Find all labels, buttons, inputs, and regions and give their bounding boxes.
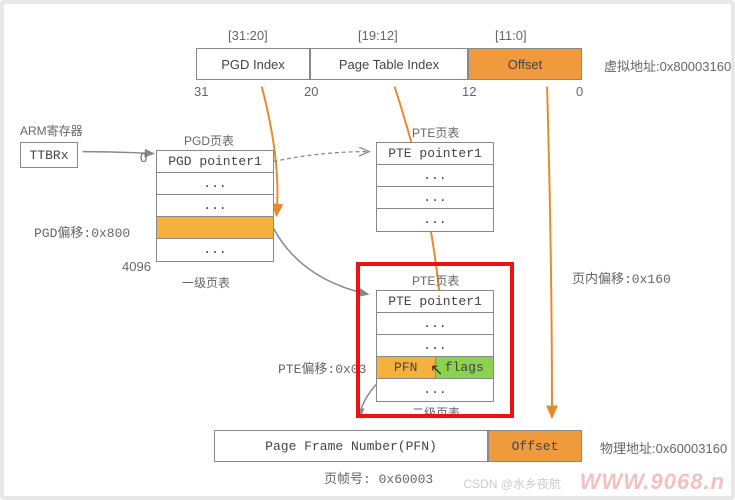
pgd-index-field: PGD Index: [196, 48, 310, 80]
pte-lower-caption: 二级页表: [412, 404, 460, 421]
pte-upper-title: PTE页表: [412, 124, 459, 141]
pte-lower-row-0: PTE pointer1: [377, 291, 493, 313]
pgd-zero: 0: [140, 150, 147, 165]
pfn-cell: PFN: [377, 357, 436, 378]
bit-20: 20: [304, 84, 318, 99]
bit-0: 0: [576, 84, 583, 99]
bit-range-pgd: [31:20]: [228, 28, 268, 43]
ttbrx-register: TTBRx: [20, 142, 78, 168]
pte-upper-row-2: ...: [377, 187, 493, 209]
flags-cell: flags: [436, 357, 494, 378]
pgd-table-title: PGD页表: [184, 132, 234, 149]
bit-31: 31: [194, 84, 208, 99]
arm-register-label: ARM寄存器: [20, 122, 83, 139]
pgd-caption: 一级页表: [182, 274, 230, 291]
bit-12: 12: [462, 84, 476, 99]
pte-lower-title: PTE页表: [412, 272, 459, 289]
pte-upper-table: PTE pointer1 ... ... ...: [376, 142, 494, 232]
phys-address-label: 物理地址:0x60003160: [600, 438, 727, 457]
page-offset-label: 页内偏移:0x160: [572, 268, 671, 287]
virtual-address-label: 虚拟地址:0x80003160: [604, 56, 731, 75]
pgd-row-dots1: ...: [157, 173, 273, 195]
pgd-row-dots3: ...: [157, 239, 273, 261]
watermark-text: CSDN @水乡夜航: [463, 475, 561, 492]
pfn-box: Page Frame Number(PFN): [214, 430, 488, 462]
pte-lower-table: PTE pointer1 ... ... PFN flags ...: [376, 290, 494, 402]
cursor-icon: ↖: [430, 360, 443, 380]
pte-lower-row-1: ...: [377, 313, 493, 335]
pte-lower-row-2: ...: [377, 335, 493, 357]
bit-range-pte: [19:12]: [358, 28, 398, 43]
pte-upper-row-3: ...: [377, 209, 493, 231]
phys-offset-box: Offset: [488, 430, 582, 462]
pgd-end: 4096: [122, 259, 151, 274]
frame-number-label: 页帧号: 0x60003: [324, 468, 433, 487]
watermark-brand: WWW.9068.n: [580, 469, 725, 495]
pte-upper-row-0: PTE pointer1: [377, 143, 493, 165]
offset-field: Offset: [468, 48, 582, 80]
pgd-row-0: PGD pointer1: [157, 151, 273, 173]
pte-index-field: Page Table Index: [310, 48, 468, 80]
pgd-row-dots2: ...: [157, 195, 273, 217]
pgd-table: PGD pointer1 ... ... ...: [156, 150, 274, 262]
pte-offset-label: PTE偏移:0x03: [278, 358, 366, 377]
pgd-offset-label: PGD偏移:0x800: [34, 222, 130, 241]
pte-lower-row-3: ...: [377, 379, 493, 401]
pte-upper-row-1: ...: [377, 165, 493, 187]
bit-range-offset: [11:0]: [495, 28, 527, 43]
pgd-row-highlight: [157, 217, 273, 239]
diagram-canvas: [31:20] [19:12] [11:0] 虚拟地址:0x80003160 P…: [0, 0, 735, 500]
